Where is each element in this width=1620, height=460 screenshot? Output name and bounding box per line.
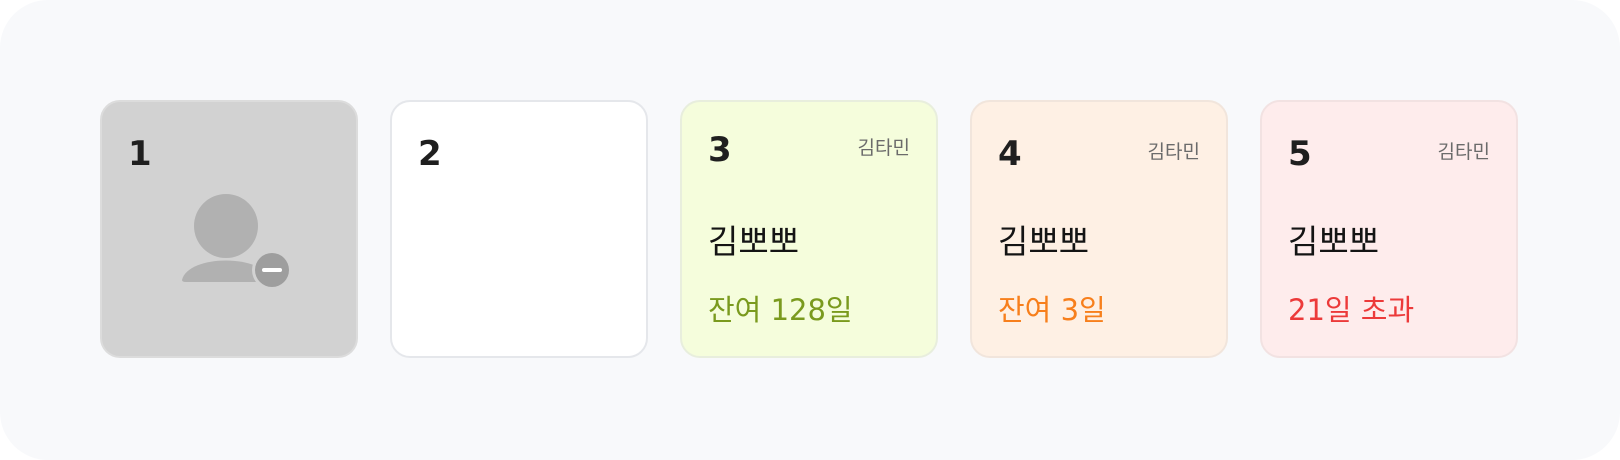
- slot-owner: 김타민: [1147, 141, 1200, 163]
- slot-panel: 1 2 3 김타민 김뽀뽀 잔여 128일 4 김타민 김뽀뽀 잔여 3일 5 …: [0, 0, 1620, 460]
- member-name: 김뽀뽀: [708, 222, 800, 261]
- remaining-days: 잔여 3일: [998, 293, 1106, 327]
- overdue-days: 21일 초과: [1288, 293, 1415, 327]
- slot-number: 3: [708, 130, 732, 170]
- slot-list: 1 2 3 김타민 김뽀뽀 잔여 128일 4 김타민 김뽀뽀 잔여 3일 5 …: [100, 100, 1518, 358]
- user-remove-icon: [182, 194, 292, 290]
- slot-number: 1: [128, 134, 152, 174]
- slot-card-4[interactable]: 4 김타민 김뽀뽀 잔여 3일: [970, 100, 1228, 358]
- slot-card-1[interactable]: 1: [100, 100, 358, 358]
- slot-card-5[interactable]: 5 김타민 김뽀뽀 21일 초과: [1260, 100, 1518, 358]
- member-name: 김뽀뽀: [1288, 222, 1380, 261]
- slot-number: 2: [418, 134, 442, 174]
- member-name: 김뽀뽀: [998, 222, 1090, 261]
- slot-card-2[interactable]: 2: [390, 100, 648, 358]
- slot-owner: 김타민: [857, 137, 910, 159]
- slot-card-3[interactable]: 3 김타민 김뽀뽀 잔여 128일: [680, 100, 938, 358]
- slot-number: 5: [1288, 134, 1312, 174]
- slot-number: 4: [998, 134, 1022, 174]
- remaining-days: 잔여 128일: [708, 293, 853, 327]
- slot-owner: 김타민: [1437, 141, 1490, 163]
